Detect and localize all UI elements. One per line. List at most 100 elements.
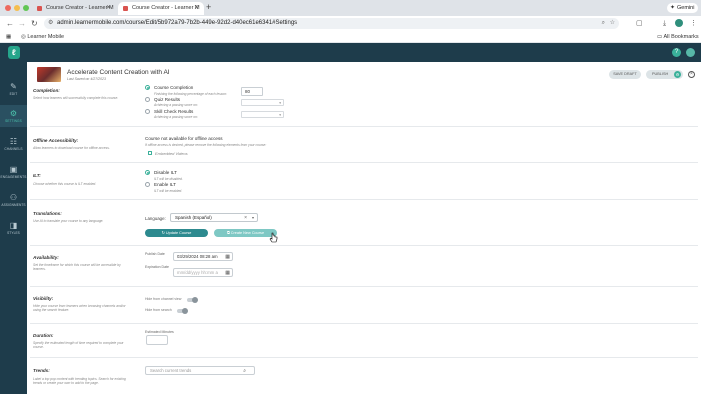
last-saved-text: Last Saved on 4/27/2023	[67, 77, 106, 81]
tab-favicon-icon	[37, 6, 42, 11]
update-course-label: Update Course	[165, 231, 192, 235]
window-close-button[interactable]	[5, 5, 11, 11]
address-toolbar: ← → ↻ ⚙ admin.learnermobile.com/course/E…	[0, 16, 701, 31]
extensions-icon[interactable]: ▢	[636, 18, 643, 29]
gemini-sparkle-icon: ✦	[670, 5, 676, 11]
forward-arrow-icon[interactable]: →	[18, 18, 26, 29]
section-divider	[30, 162, 698, 163]
save-draft-button[interactable]: SAVE DRAFT	[609, 70, 641, 79]
skill-check-select[interactable]: ▾	[241, 111, 284, 118]
offline-desc: Allow learners to download course for of…	[33, 146, 110, 150]
browser-tab-1[interactable]: Course Creator - Learner M ✕	[32, 2, 116, 15]
reload-icon[interactable]: ↻	[31, 18, 38, 29]
chevron-down-icon[interactable]: ▾	[252, 214, 254, 222]
clear-icon[interactable]: ×	[244, 214, 247, 222]
duration-title: Duration:	[33, 333, 54, 338]
help-icon[interactable]: ?	[672, 48, 681, 57]
estimated-minutes-label: Estimated Minutes	[145, 330, 174, 334]
browser-tab-2[interactable]: Course Creator - Learner M ✕	[118, 2, 204, 15]
offline-status: Course not available for offline access	[145, 136, 223, 141]
browser-tab-bar: Course Creator - Learner M ✕ Course Crea…	[0, 0, 701, 16]
tab-favicon-icon	[123, 6, 128, 11]
section-divider	[30, 199, 698, 200]
refresh-icon: ↻	[161, 231, 165, 235]
update-course-button[interactable]: ↻ Update Course	[145, 229, 208, 237]
trends-desc: Label a top pop content with trending to…	[33, 377, 126, 386]
enable-ilt-label: Enable ILT	[154, 182, 176, 187]
gemini-button[interactable]: ✦ Gemini	[667, 3, 699, 13]
gear-icon: ⚙	[9, 109, 18, 118]
sidebar-item-label: CHANNELS	[4, 147, 23, 151]
browser-profile-avatar[interactable]	[675, 19, 683, 27]
app-header: ℓ ?	[0, 43, 701, 62]
trends-search-input[interactable]: Search current trends ⌕	[145, 366, 255, 375]
course-completion-sub: Finishing the following percentage of ea…	[154, 92, 227, 96]
sidebar-item-settings[interactable]: ⚙ SETTINGS	[0, 105, 27, 127]
assignments-icon: ⚇	[9, 193, 18, 202]
apps-grid-icon[interactable]: ▦	[6, 31, 11, 43]
all-bookmarks-label: All Bookmarks	[663, 34, 699, 40]
bookmark-learner-mobile[interactable]: ◎ Learner Mobile	[21, 31, 64, 43]
hide-search-label: Hide from search	[145, 308, 172, 312]
estimated-minutes-input[interactable]	[146, 335, 168, 345]
url-bar[interactable]: ⚙ admin.learnermobile.com/course/Edit/5b…	[44, 18, 619, 29]
window-maximize-button[interactable]	[23, 5, 29, 11]
visibility-title: Visibility:	[33, 296, 54, 301]
translations-title: Translations:	[33, 211, 62, 216]
publish-settings-icon[interactable]: ⚙	[674, 71, 681, 78]
calendar-icon[interactable]: ▦	[225, 253, 230, 261]
visibility-desc: Hide your course from learners when brow…	[33, 304, 126, 313]
quiz-results-label: Quiz Results	[154, 97, 181, 102]
course-title: Accelerate Content Creation with AI	[67, 69, 170, 76]
publish-date-input[interactable]: 03/29/2024 08:28 am ▦	[173, 252, 233, 261]
hide-search-toggle[interactable]	[177, 307, 188, 314]
tab-title: Course Creator - Learner M	[46, 5, 114, 11]
search-icon[interactable]: ⌕	[243, 367, 246, 375]
menu-dots-icon[interactable]: ⋮	[690, 18, 697, 29]
quiz-results-sub: Achieving a passing score on:	[154, 103, 198, 107]
expiration-date-input[interactable]: mm/dd/yyyy hh:mm a ▦	[173, 268, 233, 277]
translations-desc: Use AI to translate your course to any l…	[33, 219, 104, 223]
quiz-results-radio[interactable]	[145, 97, 150, 102]
tab-close-icon[interactable]: ✕	[106, 2, 111, 15]
gemini-label: Gemini	[677, 5, 695, 11]
disable-ilt-label: Disable ILT	[154, 170, 177, 175]
hide-channel-toggle[interactable]	[187, 296, 198, 303]
new-tab-button[interactable]: +	[206, 2, 211, 13]
site-info-icon[interactable]: ⚙	[48, 18, 53, 29]
tab-title: Course Creator - Learner M	[132, 5, 200, 11]
skill-check-radio[interactable]	[145, 109, 150, 114]
sidebar-item-edit[interactable]: ✎ EDIT	[0, 78, 27, 100]
sidebar-item-label: ENGAGEMENTS	[0, 175, 27, 179]
publish-date-value: 03/29/2024 08:28 am	[177, 254, 218, 259]
channels-icon: ☷	[9, 137, 18, 146]
offline-note: If offline access is desired, please rem…	[145, 143, 267, 147]
bookmarks-bar: ▦ ◎ Learner Mobile ▭ All Bookmarks	[0, 31, 701, 43]
language-select[interactable]: Spanish (Español) × ▾	[170, 213, 258, 222]
quiz-select[interactable]: ▾	[241, 99, 284, 106]
close-icon[interactable]: ×	[688, 71, 695, 78]
user-avatar[interactable]	[686, 48, 695, 57]
sidebar-item-channels[interactable]: ☷ CHANNELS	[0, 133, 27, 155]
sidebar-item-assignments[interactable]: ⚇ ASSIGNMENTS	[0, 189, 27, 211]
chevron-down-icon: ▾	[279, 101, 281, 105]
download-icon[interactable]: ⤓	[663, 18, 666, 29]
bookmark-star-icon[interactable]: ☆	[610, 18, 615, 29]
all-bookmarks[interactable]: ▭ All Bookmarks	[657, 31, 699, 43]
window-minimize-button[interactable]	[14, 5, 20, 11]
language-label: Language:	[145, 216, 166, 221]
enable-ilt-sub: ILT will be enabled.	[154, 189, 183, 193]
completion-percentage-input[interactable]: 80	[241, 87, 263, 96]
disable-ilt-radio[interactable]	[145, 170, 150, 175]
completion-title: Completion:	[33, 88, 60, 93]
back-arrow-icon[interactable]: ←	[6, 18, 14, 29]
calendar-icon[interactable]: ▦	[225, 269, 230, 277]
sidebar-item-engagements[interactable]: ▣ ENGAGEMENTS	[0, 161, 27, 183]
enable-ilt-radio[interactable]	[145, 182, 150, 187]
app-logo[interactable]: ℓ	[8, 46, 20, 59]
course-completion-radio[interactable]	[145, 85, 150, 90]
zoom-icon[interactable]: ⌕	[602, 18, 605, 29]
publish-button[interactable]: PUBLISH ⚙	[646, 70, 683, 79]
tab-close-icon[interactable]: ✕	[194, 2, 199, 15]
sidebar-item-styles[interactable]: ◨ STYLES	[0, 217, 27, 239]
